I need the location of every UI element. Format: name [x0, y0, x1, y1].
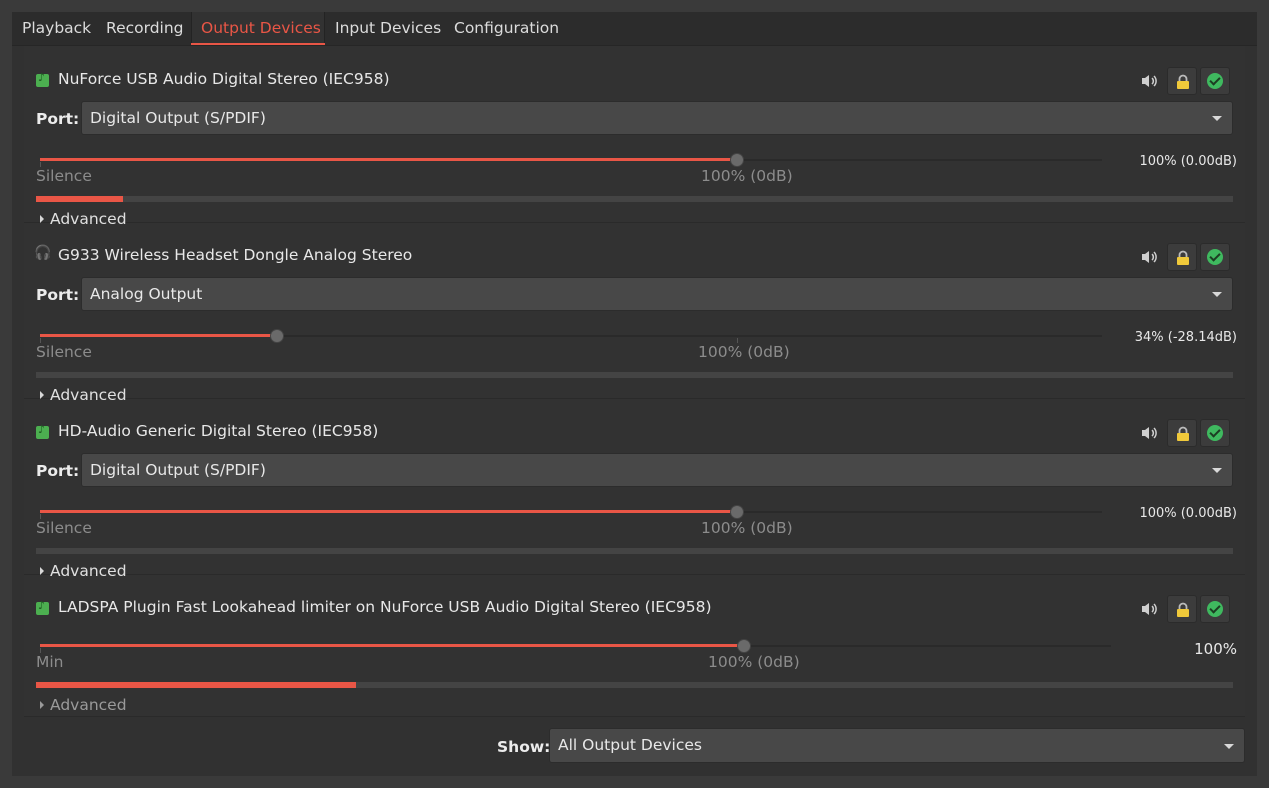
check-icon	[1207, 425, 1223, 441]
headset-icon: 🎧	[34, 245, 52, 261]
slider-fill	[40, 510, 737, 513]
min-label: Silence	[36, 167, 92, 185]
chevron-down-icon	[1212, 468, 1222, 473]
slider-knob[interactable]	[270, 329, 284, 343]
check-icon	[1207, 73, 1223, 89]
show-filter-value: All Output Devices	[558, 736, 702, 754]
volume-slider[interactable]	[40, 329, 1102, 343]
check-icon	[1207, 601, 1223, 617]
port-select[interactable]: Digital Output (S/PDIF)	[81, 453, 1233, 487]
port-label: Port:	[36, 110, 80, 128]
min-label: Silence	[36, 343, 92, 361]
device-panel: LADSPA Plugin Fast Lookahead limiter on …	[24, 574, 1245, 717]
peak-meter-fill	[36, 682, 356, 688]
speaker-icon	[1142, 251, 1157, 263]
mute-button[interactable]	[1134, 595, 1164, 623]
pavucontrol-window: Playback Recording Output Devices Input …	[12, 12, 1257, 776]
chevron-down-icon	[1224, 744, 1234, 749]
lock-channels-button[interactable]	[1167, 67, 1197, 95]
advanced-expander[interactable]: Advanced	[40, 696, 127, 714]
norm-label: 100% (0dB)	[701, 167, 793, 185]
volume-readout: 100%	[1194, 640, 1237, 658]
mute-button[interactable]	[1134, 67, 1164, 95]
tab-configuration[interactable]: Configuration	[444, 12, 569, 45]
peak-meter	[36, 548, 1233, 554]
tab-bar: Playback Recording Output Devices Input …	[12, 12, 1257, 46]
slider-knob[interactable]	[737, 639, 751, 653]
port-value: Digital Output (S/PDIF)	[90, 109, 266, 127]
set-default-button[interactable]	[1200, 419, 1230, 447]
show-label: Show:	[497, 738, 551, 756]
audio-card-icon	[36, 599, 49, 615]
mute-button[interactable]	[1134, 419, 1164, 447]
speaker-icon	[1142, 75, 1157, 87]
port-label: Port:	[36, 286, 80, 304]
set-default-button[interactable]	[1200, 243, 1230, 271]
port-select[interactable]: Digital Output (S/PDIF)	[81, 101, 1233, 135]
port-value: Analog Output	[90, 285, 203, 303]
volume-readout: 100% (0.00dB)	[1139, 506, 1237, 521]
speaker-icon	[1142, 603, 1157, 615]
advanced-label: Advanced	[50, 696, 127, 714]
mute-button[interactable]	[1134, 243, 1164, 271]
volume-slider[interactable]	[40, 639, 1111, 653]
device-name: HD-Audio Generic Digital Stereo (IEC958)	[58, 422, 379, 440]
norm-label: 100% (0dB)	[701, 519, 793, 537]
lock-icon	[1177, 426, 1189, 441]
port-value: Digital Output (S/PDIF)	[90, 461, 266, 479]
set-default-button[interactable]	[1200, 595, 1230, 623]
peak-meter	[36, 196, 1233, 202]
device-name: G933 Wireless Headset Dongle Analog Ster…	[58, 246, 413, 264]
show-filter-select[interactable]: All Output Devices	[549, 728, 1245, 763]
peak-meter	[36, 372, 1233, 378]
speaker-icon	[1142, 427, 1157, 439]
slider-knob[interactable]	[730, 153, 744, 167]
device-panel: HD-Audio Generic Digital Stereo (IEC958)…	[24, 398, 1245, 580]
volume-readout: 34% (-28.14dB)	[1134, 330, 1237, 345]
slider-knob[interactable]	[730, 505, 744, 519]
chevron-down-icon	[1212, 292, 1222, 297]
device-name: LADSPA Plugin Fast Lookahead limiter on …	[58, 598, 712, 616]
norm-label: 100% (0dB)	[698, 343, 790, 361]
tab-input-devices[interactable]: Input Devices	[325, 12, 451, 45]
expander-arrow-icon	[40, 700, 44, 709]
slider-fill	[40, 158, 737, 161]
tab-recording[interactable]: Recording	[96, 12, 194, 45]
tab-output-devices[interactable]: Output Devices	[191, 12, 325, 45]
lock-channels-button[interactable]	[1167, 419, 1197, 447]
device-list: NuForce USB Audio Digital Stereo (IEC958…	[24, 46, 1245, 717]
device-panel: NuForce USB Audio Digital Stereo (IEC958…	[24, 46, 1245, 228]
slider-fill	[40, 644, 744, 647]
device-name: NuForce USB Audio Digital Stereo (IEC958…	[58, 70, 390, 88]
peak-meter-fill	[36, 196, 124, 202]
peak-meter	[36, 682, 1233, 688]
min-label: Min	[36, 653, 64, 671]
volume-slider[interactable]	[40, 153, 1102, 167]
device-panel: 🎧 G933 Wireless Headset Dongle Analog St…	[24, 222, 1245, 404]
port-select[interactable]: Analog Output	[81, 277, 1233, 311]
volume-slider[interactable]	[40, 505, 1102, 519]
audio-card-icon	[36, 71, 49, 87]
lock-channels-button[interactable]	[1167, 595, 1197, 623]
volume-readout: 100% (0.00dB)	[1139, 154, 1237, 169]
lock-channels-button[interactable]	[1167, 243, 1197, 271]
lock-icon	[1177, 602, 1189, 617]
set-default-button[interactable]	[1200, 67, 1230, 95]
chevron-down-icon	[1212, 116, 1222, 121]
norm-label: 100% (0dB)	[708, 653, 800, 671]
tab-playback[interactable]: Playback	[12, 12, 101, 45]
lock-icon	[1177, 250, 1189, 265]
slider-fill	[40, 334, 277, 337]
audio-card-icon	[36, 423, 49, 439]
min-label: Silence	[36, 519, 92, 537]
port-label: Port:	[36, 462, 80, 480]
lock-icon	[1177, 74, 1189, 89]
check-icon	[1207, 249, 1223, 265]
